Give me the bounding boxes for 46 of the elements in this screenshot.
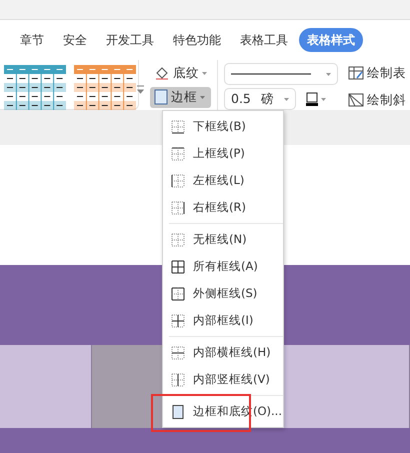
inside-borders-icon [171, 314, 185, 328]
top-border-icon [171, 146, 185, 160]
caret-icon [202, 72, 207, 75]
caret-icon [326, 72, 331, 76]
menu-item[interactable]: 内部横框线(H) [163, 339, 283, 366]
ribbon-tab[interactable]: 特色功能 [165, 28, 229, 52]
draw-diagonal-icon [348, 93, 364, 108]
menu-item[interactable]: 左框线(L) [163, 167, 283, 194]
border-button[interactable]: 边框 [150, 86, 211, 108]
right-border-icon [171, 200, 185, 214]
ribbon-tab[interactable]: 安全 [55, 28, 95, 52]
inside-vertical-border-icon [171, 372, 185, 386]
menu-item[interactable]: 下框线(B) [163, 113, 283, 140]
solid-line-icon [231, 73, 311, 75]
menu-item[interactable]: 内部框线(I) [163, 307, 283, 334]
inside-horizontal-border-icon [171, 346, 185, 360]
border-icon [154, 89, 168, 106]
menu-item[interactable]: 上框线(P) [163, 140, 283, 167]
bottom-border-icon [171, 120, 185, 134]
menu-item[interactable]: 所有框线(A) [163, 253, 283, 280]
all-borders-icon [171, 260, 185, 274]
shading-button[interactable]: 底纹 [150, 63, 211, 84]
menu-item[interactable]: 无框线(N) [163, 226, 283, 253]
page-icon [171, 404, 185, 418]
caret-icon [200, 96, 205, 99]
ribbon-tab[interactable]: 表格工具 [232, 28, 296, 52]
line-width-value: 0.5 [231, 90, 251, 108]
left-border-icon [171, 174, 185, 188]
caret-icon [321, 98, 326, 100]
line-style-dropdown[interactable] [224, 63, 338, 85]
expand-icon [137, 85, 144, 95]
unit-label: 磅 [260, 90, 274, 108]
draw-table-icon [348, 66, 364, 80]
ribbon-tab[interactable]: 章节 [12, 28, 52, 52]
paint-bucket-icon [154, 65, 170, 82]
caret-icon [284, 98, 289, 100]
menu-item[interactable]: 右框线(R) [163, 194, 283, 221]
menu-item[interactable]: 外侧框线(S) [163, 280, 283, 307]
menu-item[interactable]: 内部竖框线(V) [163, 366, 283, 393]
ribbon-tab[interactable]: 表格样式 [299, 28, 363, 52]
no-border-icon [171, 232, 185, 246]
draw-diagonal-button[interactable]: 绘制斜 [344, 90, 410, 110]
border-color-icon [306, 92, 318, 106]
draw-table-button[interactable]: 绘制表 [344, 63, 410, 84]
outside-borders-icon [171, 286, 185, 300]
ribbon-tab[interactable]: 开发工具 [98, 28, 162, 52]
